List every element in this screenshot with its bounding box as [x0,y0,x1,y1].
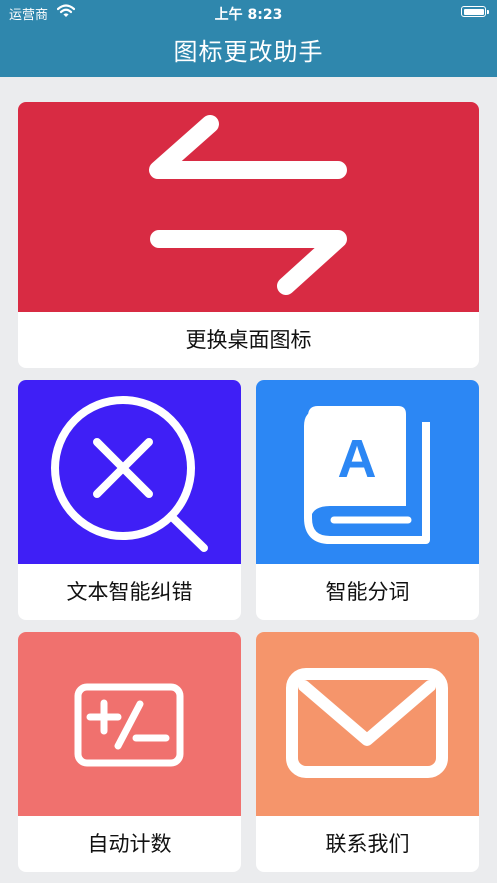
battery-icon [461,6,489,17]
page-title: 图标更改助手 [173,38,324,66]
card-label: 联系我们 [325,832,410,856]
word-segmentation-card[interactable]: A 智能分词 [256,380,479,620]
card-art [18,380,241,564]
dictionary-letter: A [338,429,377,489]
card-art [18,632,241,816]
plus-minus-icon [74,683,184,767]
auto-count-card[interactable]: 自动计数 [18,632,241,872]
contact-us-card[interactable]: 联系我们 [256,632,479,872]
dictionary-book-icon: A [304,406,430,544]
card-art [18,102,479,312]
mail-icon [286,668,448,778]
swap-arrows-icon [149,115,347,295]
status-bar: 运营商 上午 8:23 [0,0,497,24]
status-time: 上午 8:23 [214,7,283,23]
text-correction-card[interactable]: 文本智能纠错 [18,380,241,620]
card-label: 更换桌面图标 [185,328,312,352]
card-art [256,632,479,816]
replace-icon-card[interactable]: 更换桌面图标 [18,102,479,368]
card-label: 自动计数 [87,832,172,856]
search-x-icon [51,396,208,552]
card-label: 智能分词 [325,580,410,604]
app-header: 运营商 上午 8:23 图标更改助手 [0,0,497,77]
card-art: A [256,380,479,564]
card-label: 文本智能纠错 [66,580,193,604]
